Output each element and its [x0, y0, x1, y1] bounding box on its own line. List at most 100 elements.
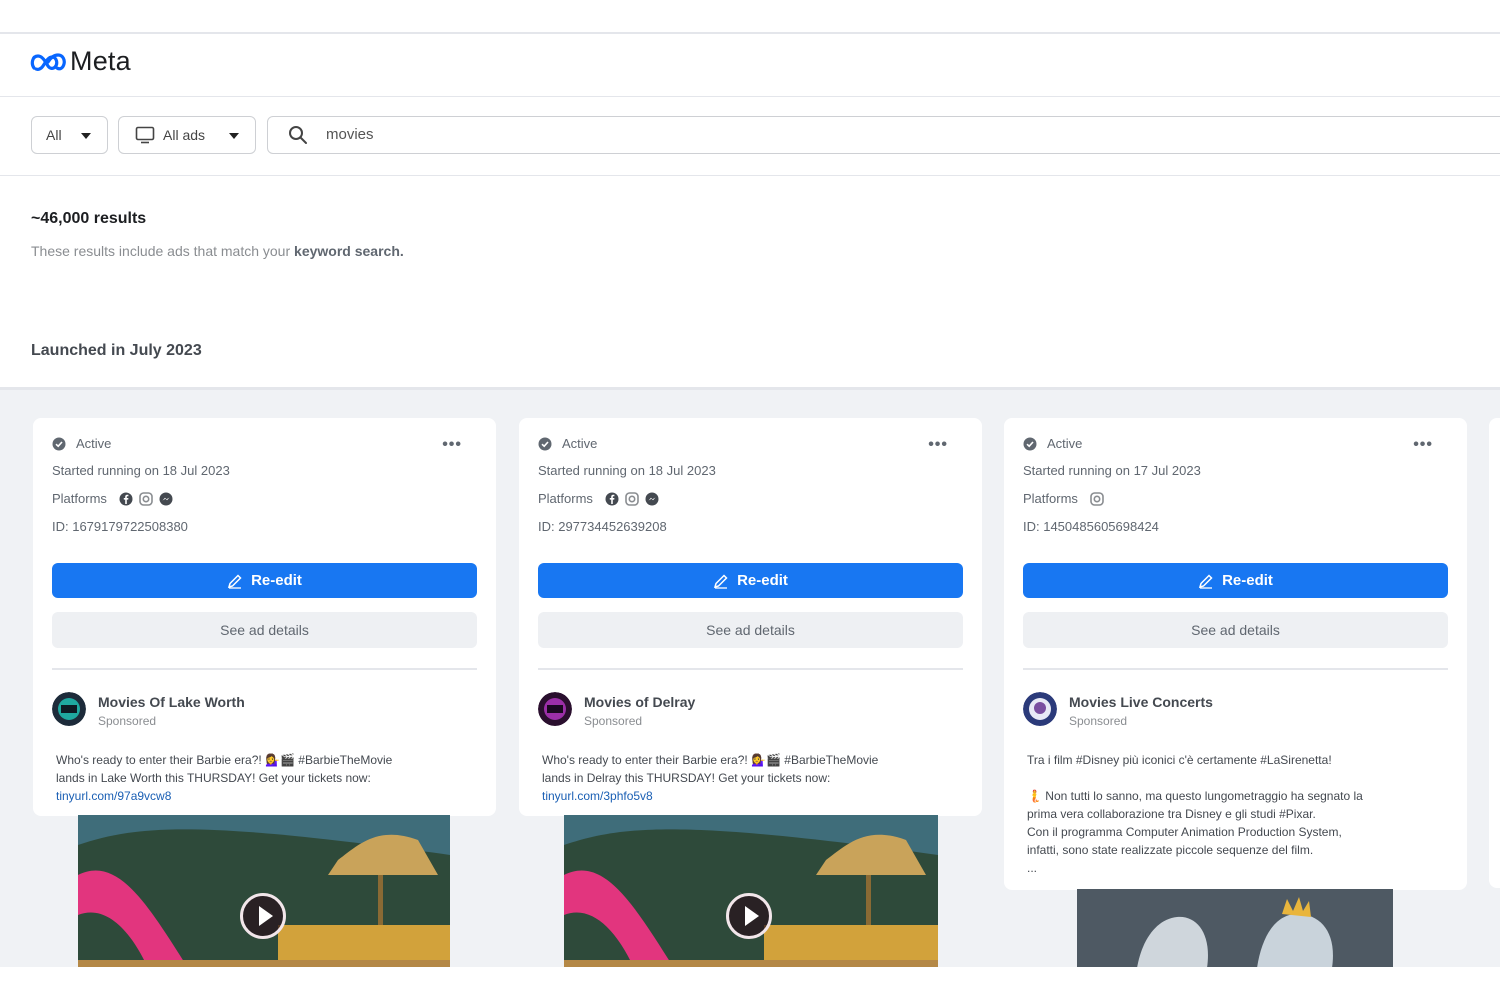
ad-category-dropdown[interactable]: All ads — [118, 116, 256, 154]
advertiser-row: Movies of Delray Sponsored — [538, 692, 695, 728]
advertiser-name[interactable]: Movies of Delray — [584, 694, 695, 710]
search-icon — [289, 126, 307, 144]
re-edit-label: Re-edit — [737, 572, 788, 589]
bottom-spacer — [0, 967, 1500, 1000]
ad-image[interactable] — [1077, 889, 1393, 968]
status-text: Active — [1047, 436, 1083, 451]
ad-text-line: Who's ready to enter their Barbie era?! … — [56, 753, 393, 767]
status-badge: Active — [52, 436, 111, 451]
play-icon[interactable] — [726, 893, 772, 939]
country-dropdown-label: All — [46, 127, 62, 143]
advertiser-row: Movies Of Lake Worth Sponsored — [52, 692, 245, 728]
sponsored-label: Sponsored — [584, 714, 643, 728]
platforms-label: Platforms — [52, 491, 107, 506]
ad-text-line: prima vera collaborazione tra Disney e g… — [1027, 807, 1316, 821]
ad-text-line: Con il programma Computer Animation Prod… — [1027, 825, 1342, 839]
ad-card: Active ••• Started running on 17 Jul 202… — [1004, 418, 1467, 890]
more-options-icon[interactable]: ••• — [928, 436, 948, 454]
status-badge: Active — [538, 436, 597, 451]
search-input[interactable] — [324, 125, 928, 144]
pencil-icon — [1198, 573, 1213, 589]
see-ad-details-button[interactable]: See ad details — [1023, 612, 1448, 648]
platforms-row: Platforms — [1023, 491, 1104, 506]
facebook-icon — [605, 492, 619, 505]
re-edit-button[interactable]: Re-edit — [1023, 563, 1448, 598]
ad-text-line: lands in Lake Worth this THURSDAY! Get y… — [56, 771, 371, 785]
ad-card: Active ••• Started running on 18 Jul 202… — [519, 418, 982, 816]
see-ad-details-button[interactable]: See ad details — [52, 612, 477, 648]
advertiser-avatar[interactable] — [1023, 692, 1057, 726]
facebook-icon — [119, 492, 133, 505]
ad-text-line: Tra i film #Disney più iconici c'è certa… — [1027, 753, 1332, 767]
ad-video-thumbnail[interactable] — [564, 815, 938, 968]
ad-id: ID: 297734452639208 — [538, 519, 667, 534]
advertiser-row: Movies Live Concerts Sponsored — [1023, 692, 1213, 728]
meta-logo[interactable]: Meta — [30, 46, 131, 77]
status-badge: Active — [1023, 436, 1082, 451]
card-divider — [538, 668, 963, 670]
card-divider — [52, 668, 477, 670]
platforms-label: Platforms — [538, 491, 593, 506]
monitor-icon — [135, 126, 155, 144]
section-title: Launched in July 2023 — [31, 342, 202, 359]
instagram-icon — [1090, 491, 1104, 506]
card-divider — [1023, 668, 1448, 670]
ad-card-partial — [1489, 418, 1500, 888]
active-check-icon — [1023, 437, 1037, 450]
ad-text-line: infatti, sono state realizzate piccole s… — [1027, 843, 1314, 857]
play-icon[interactable] — [240, 893, 286, 939]
ad-video-thumbnail[interactable] — [78, 815, 450, 968]
ad-body-text: Tra i film #Disney più iconici c'è certa… — [1027, 751, 1447, 877]
ad-body-text: Who's ready to enter their Barbie era?! … — [56, 751, 476, 805]
sponsored-label: Sponsored — [98, 714, 157, 728]
pencil-icon — [227, 573, 242, 589]
advertiser-name[interactable]: Movies Live Concerts — [1069, 694, 1213, 710]
advertiser-avatar[interactable] — [538, 692, 572, 726]
advertiser-name[interactable]: Movies Of Lake Worth — [98, 694, 245, 710]
caret-down-icon — [229, 133, 239, 139]
platforms-row: Platforms — [52, 491, 173, 506]
instagram-icon — [139, 491, 153, 506]
instagram-icon — [625, 491, 639, 506]
pencil-icon — [713, 573, 728, 589]
ad-text-line: 🧜 Non tutti lo sanno, ma questo lungomet… — [1027, 789, 1363, 803]
keyword-search-link[interactable]: keyword search. — [294, 243, 404, 259]
results-note-text: These results include ads that match you… — [31, 243, 291, 259]
messenger-icon — [159, 492, 173, 505]
search-box[interactable] — [267, 116, 1500, 154]
status-text: Active — [562, 436, 598, 451]
ad-id: ID: 1679179722508380 — [52, 519, 188, 534]
ad-link[interactable]: tinyurl.com/3phfo5v8 — [542, 787, 962, 805]
header: Meta — [0, 34, 1500, 97]
messenger-icon — [645, 492, 659, 505]
advertiser-avatar[interactable] — [52, 692, 86, 726]
re-edit-label: Re-edit — [251, 572, 302, 589]
ad-text-line: Who's ready to enter their Barbie era?! … — [542, 753, 879, 767]
results-note: These results include ads that match you… — [31, 243, 404, 259]
re-edit-button[interactable]: Re-edit — [52, 563, 477, 598]
ad-card: Active ••• Started running on 18 Jul 202… — [33, 418, 496, 816]
re-edit-label: Re-edit — [1222, 572, 1273, 589]
ad-text-spacer — [1027, 769, 1447, 787]
see-ad-details-button[interactable]: See ad details — [538, 612, 963, 648]
start-date: Started running on 18 Jul 2023 — [538, 463, 716, 478]
caret-down-icon — [81, 133, 91, 139]
active-check-icon — [52, 437, 66, 450]
active-check-icon — [538, 437, 552, 450]
ad-text-ellipsis: ... — [1027, 861, 1038, 875]
ad-category-label: All ads — [163, 127, 206, 143]
status-text: Active — [76, 436, 112, 451]
ad-id: ID: 1450485605698424 — [1023, 519, 1159, 534]
logo-text: Meta — [70, 46, 131, 76]
start-date: Started running on 18 Jul 2023 — [52, 463, 230, 478]
ad-text-line: lands in Delray this THURSDAY! Get your … — [542, 771, 831, 785]
re-edit-button[interactable]: Re-edit — [538, 563, 963, 598]
filter-bar: All All ads — [0, 97, 1500, 176]
more-options-icon[interactable]: ••• — [1413, 436, 1433, 454]
ad-link[interactable]: tinyurl.com/97a9vcw8 — [56, 787, 476, 805]
platforms-label: Platforms — [1023, 491, 1078, 506]
more-options-icon[interactable]: ••• — [442, 436, 462, 454]
results-count: ~46,000 results — [31, 210, 147, 227]
country-dropdown[interactable]: All — [31, 116, 108, 154]
ad-body-text: Who's ready to enter their Barbie era?! … — [542, 751, 962, 805]
